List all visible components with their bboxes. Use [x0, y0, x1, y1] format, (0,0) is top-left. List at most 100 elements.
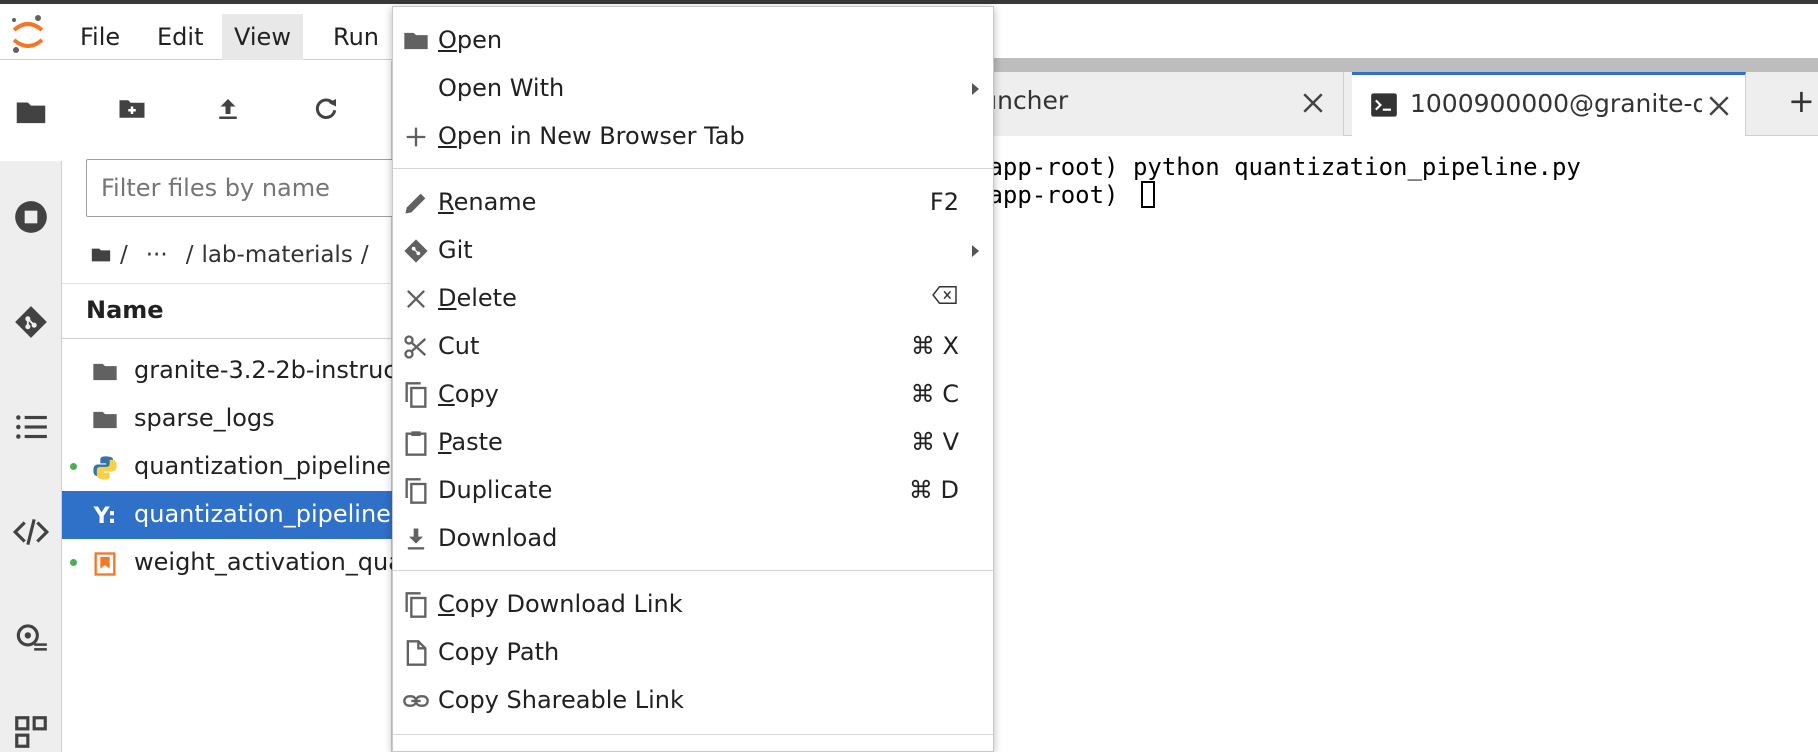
- menu-label: Cut: [438, 332, 480, 360]
- tabbar-top-strip: [992, 58, 1818, 72]
- menu-file[interactable]: File: [68, 14, 132, 60]
- stop-circle-icon: [15, 201, 47, 233]
- menu-item-copy-path[interactable]: Copy Path: [393, 629, 993, 677]
- breadcrumb-folder[interactable]: lab-materials: [201, 242, 352, 268]
- download-icon: [401, 524, 431, 554]
- activity-settings[interactable]: [10, 616, 52, 658]
- file-name: granite-3.2-2b-instruct: [134, 356, 392, 384]
- code-icon: [12, 518, 50, 546]
- pencil-icon: [401, 188, 431, 218]
- terminal-cursor: [1140, 181, 1155, 208]
- upload-button[interactable]: [208, 89, 248, 129]
- new-folder-button[interactable]: [112, 89, 152, 129]
- menu-item-open[interactable]: Open: [393, 17, 993, 65]
- link-icon: [401, 686, 431, 716]
- file-name: quantization_pipeline.py: [134, 452, 392, 480]
- tab-terminal-label: 1000900000@granite-quantization: [1410, 89, 1702, 118]
- upload-icon: [219, 99, 237, 119]
- toc-icon: [16, 415, 47, 439]
- notebook-icon: [90, 549, 120, 579]
- tab-launcher[interactable]: Launcher: [952, 72, 1344, 136]
- shortcut: F2: [929, 188, 959, 216]
- add-tab-button[interactable]: +: [1788, 82, 1818, 122]
- menu-item-git[interactable]: Git: [393, 227, 993, 275]
- menu-item-delete[interactable]: Delete: [393, 275, 993, 323]
- menu-separator: [393, 570, 993, 571]
- folder-icon: [90, 357, 120, 387]
- submenu-arrow-icon: [972, 245, 979, 257]
- terminal-prompt: (app-root): [974, 181, 1133, 209]
- file-list-header: Name: [62, 283, 392, 339]
- folder-icon: [401, 26, 431, 56]
- file-row[interactable]: sparse_logs: [62, 395, 392, 443]
- tab-launcher-label: Launcher: [952, 86, 1069, 115]
- menu-item-download[interactable]: Download: [393, 515, 993, 563]
- git-icon: [401, 236, 431, 266]
- terminal-line-1: (app-root) python quantization_pipeline.…: [974, 153, 1581, 181]
- menu-run[interactable]: Run: [321, 14, 391, 60]
- activity-extensions[interactable]: [10, 711, 52, 752]
- menu-label: Duplicate: [438, 476, 553, 504]
- activity-running[interactable]: [10, 196, 52, 238]
- close-icon[interactable]: [1298, 88, 1328, 118]
- menu-item-open-new-browser-tab[interactable]: Open in New Browser Tab: [393, 113, 993, 161]
- scissors-icon: [401, 332, 431, 362]
- menu-item-copy-download-link[interactable]: Copy Download Link: [393, 581, 993, 629]
- name-column-header[interactable]: Name: [86, 296, 164, 324]
- menu-item-duplicate[interactable]: Duplicate ⌘ D: [393, 467, 993, 515]
- shortcut: ⌘ V: [910, 428, 959, 456]
- python-icon: [90, 453, 120, 483]
- menu-edit[interactable]: Edit: [145, 14, 215, 60]
- menu-label: Git: [438, 236, 473, 264]
- file-row[interactable]: granite-3.2-2b-instruct: [62, 347, 392, 395]
- yaml-icon: Y:: [93, 503, 117, 529]
- breadcrumb-home-folder-icon[interactable]: [90, 244, 112, 266]
- terminal-panel[interactable]: (app-root) python quantization_pipeline.…: [974, 137, 1818, 752]
- file-browser-panel: / ··· / lab-materials / Name granite-3.2…: [62, 61, 406, 752]
- shortcut: ⌘ D: [908, 476, 959, 504]
- close-icon[interactable]: [1704, 91, 1734, 121]
- breadcrumb-sep-2: /: [360, 242, 369, 268]
- clipboard-icon: [401, 428, 431, 458]
- breadcrumb-sep: /: [185, 242, 194, 268]
- context-menu: Open Open With Open in New Browser Tab R…: [392, 6, 994, 752]
- copy-icon: [401, 590, 431, 620]
- filter-files-input[interactable]: [86, 159, 406, 217]
- menu-item-paste[interactable]: Paste ⌘ V: [393, 419, 993, 467]
- menu-view[interactable]: View: [222, 14, 303, 60]
- menu-item-rename[interactable]: Rename F2: [393, 179, 993, 227]
- breadcrumb-ellipsis[interactable]: ···: [146, 242, 168, 268]
- folder-icon: [16, 102, 46, 124]
- file-name: quantization_pipeline.yaml: [134, 500, 392, 528]
- file-name: sparse_logs: [134, 404, 275, 432]
- activity-bar: [0, 61, 62, 752]
- tab-terminal[interactable]: 1000900000@granite-quantization: [1352, 72, 1746, 136]
- breadcrumb-root[interactable]: /: [120, 242, 128, 268]
- file-icon: [401, 638, 431, 668]
- activity-table-of-contents[interactable]: [10, 406, 52, 448]
- menu-item-copy[interactable]: Copy ⌘ C: [393, 371, 993, 419]
- refresh-icon: [315, 98, 337, 119]
- menu-separator: [393, 734, 993, 735]
- menu-item-copy-shareable-link[interactable]: Copy Shareable Link: [393, 677, 993, 725]
- terminal-icon: [1371, 93, 1397, 117]
- git-icon: [15, 306, 47, 338]
- shortcut: ⌘ C: [910, 380, 959, 408]
- activity-property-inspector[interactable]: [10, 511, 52, 553]
- menu-item-open-with[interactable]: Open With: [393, 65, 993, 113]
- extension-icon: [15, 716, 47, 748]
- refresh-button[interactable]: [306, 89, 346, 129]
- menu-label: Copy Shareable Link: [438, 686, 684, 714]
- menu-separator: [393, 168, 993, 169]
- tab-bar: Launcher 1000900000@granite-quantization…: [952, 72, 1818, 136]
- submenu-arrow-icon: [972, 83, 979, 95]
- activity-git[interactable]: [10, 301, 52, 343]
- file-row-selected[interactable]: Y: quantization_pipeline.yaml: [62, 491, 392, 539]
- menu-label: Copy Path: [438, 638, 560, 666]
- duplicate-icon: [401, 476, 431, 506]
- file-row[interactable]: quantization_pipeline.py: [62, 443, 392, 491]
- menu-item-cut[interactable]: Cut ⌘ X: [393, 323, 993, 371]
- activity-file-browser[interactable]: [10, 91, 52, 133]
- file-row[interactable]: weight_activation_quantization.ipynb: [62, 539, 392, 587]
- file-name: weight_activation_quantization.ipynb: [134, 548, 392, 576]
